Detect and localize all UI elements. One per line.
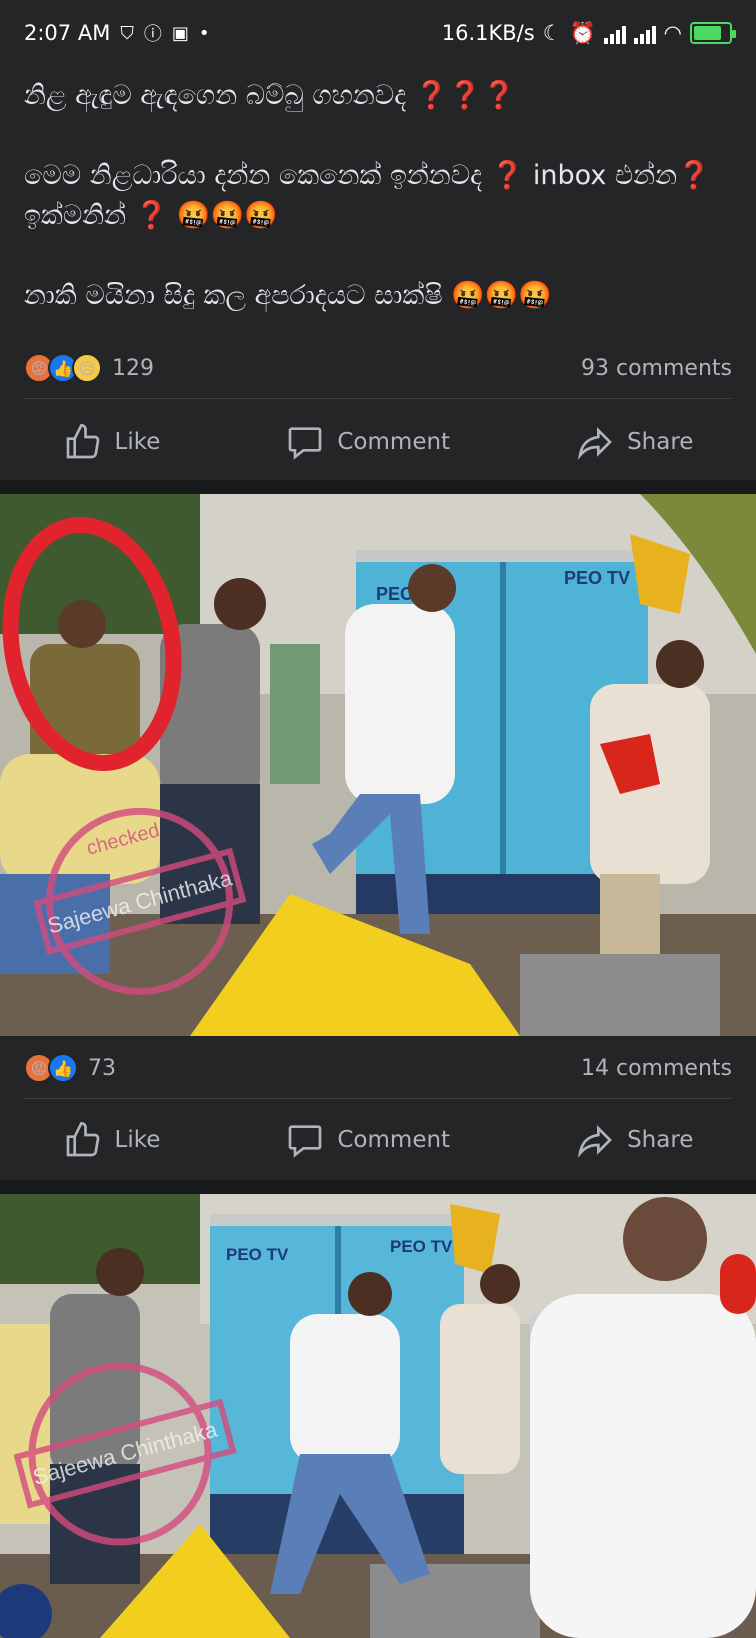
post2-stats: 😡 👍 73 14 comments: [24, 1048, 732, 1088]
thumbs-up-icon: [66, 423, 99, 459]
share-label: Share: [627, 429, 694, 455]
network-speed: 16.1KB/s: [441, 21, 535, 45]
battery-icon: [690, 22, 736, 44]
clock: 2:07 AM: [24, 21, 111, 45]
comment-count[interactable]: 93 comments: [581, 356, 732, 381]
like-button[interactable]: Like: [63, 1120, 161, 1160]
post-separator: [0, 1180, 756, 1194]
like-reaction-icon: 👍: [48, 1053, 78, 1083]
post1-stats: 😡 👍 😥 129 93 comments: [24, 348, 732, 388]
comment-icon: [289, 1125, 322, 1158]
reaction-count[interactable]: 73: [88, 1056, 116, 1081]
like-button[interactable]: Like: [63, 422, 161, 462]
post-separator: [0, 480, 756, 494]
wifi-icon: ◠: [663, 21, 682, 45]
post-text: නිළ ඇඳුම ඇඳගෙන බම්බු ගහනවද ❓❓❓ මෙම නිළධා…: [24, 76, 736, 316]
post-line-1: නිළ ඇඳුම ඇඳගෙන බම්බු ගහනවද ❓❓❓: [24, 80, 516, 111]
post2-actions: Like Comment Share: [0, 1110, 756, 1170]
shield-icon: ⛉: [120, 22, 134, 44]
divider: [24, 398, 732, 399]
alert-icon: ⓘ: [143, 24, 162, 45]
sad-reaction-icon: 😥: [72, 353, 102, 383]
thumbs-up-icon: [66, 1121, 99, 1157]
reaction-summary[interactable]: 😡 👍: [24, 1053, 78, 1083]
share-button[interactable]: Share: [575, 422, 693, 462]
comment-icon: [289, 427, 322, 460]
photo-illustration: PEO TV PEO TV Sajeewa Chinthaka checked: [0, 494, 756, 1036]
notification-icon: ▣: [171, 22, 189, 44]
share-icon: [577, 427, 612, 460]
comment-button[interactable]: Comment: [285, 1120, 450, 1160]
post2-photo[interactable]: PEO TV PEO TV Sajeewa Chinthaka checked: [0, 494, 756, 1036]
post3-photo[interactable]: PEO TV PEO TV Sajeewa Chinthaka: [0, 1194, 756, 1638]
reaction-count[interactable]: 129: [112, 356, 154, 381]
comment-count[interactable]: 14 comments: [581, 1056, 732, 1081]
sign-2: PEO TV: [564, 568, 630, 588]
comment-label: Comment: [337, 1127, 451, 1153]
signal-icon: [603, 22, 626, 44]
signal-icon-2: [633, 22, 656, 44]
post1-actions: Like Comment Share: [0, 412, 756, 472]
post-line-3: නාකි මයිනා සිදු කල අපරාදයට සාක්ෂි 🤬🤬🤬: [24, 280, 553, 311]
like-label: Like: [114, 1127, 161, 1153]
sign-1: PEO TV: [226, 1245, 289, 1264]
post-line-2: මෙම නිළධාරියා දන්න කෙනෙක් ඉන්නවද ❓ inbox…: [24, 160, 711, 231]
comment-label: Comment: [337, 429, 451, 455]
share-button[interactable]: Share: [575, 1120, 693, 1160]
photo-illustration: PEO TV PEO TV Sajeewa Chinthaka: [0, 1194, 756, 1638]
like-label: Like: [114, 429, 161, 455]
alarm-icon: ⏰: [569, 20, 596, 45]
sign-2: PEO TV: [390, 1237, 453, 1256]
status-bar: 2:07 AM ⛉ ⓘ ▣ • 16.1KB/s ☾ ⏰ ◠: [0, 0, 756, 66]
comment-button[interactable]: Comment: [285, 422, 450, 462]
reaction-summary[interactable]: 😡 👍 😥: [24, 353, 102, 383]
moon-icon: ☾: [542, 21, 562, 45]
share-label: Share: [627, 1127, 694, 1153]
share-icon: [577, 1125, 612, 1158]
dot-icon: •: [198, 22, 210, 44]
divider: [24, 1098, 732, 1099]
